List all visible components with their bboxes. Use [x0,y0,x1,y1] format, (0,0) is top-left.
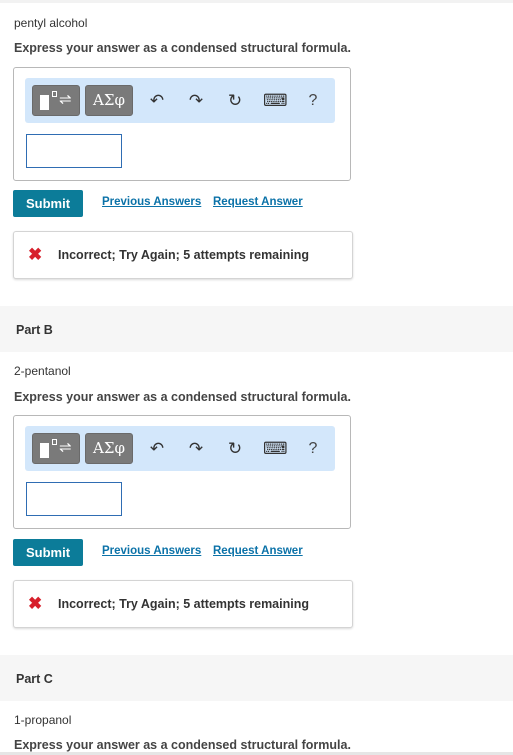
answer-input-b[interactable] [26,482,122,516]
previous-answers-link-b[interactable]: Previous Answers [102,545,201,557]
templates-icon [40,95,49,110]
templates-icon [40,443,49,458]
incorrect-icon: ✖ [28,594,43,613]
greek-symbols-button[interactable]: ΑΣφ [85,433,133,464]
question-text-a: pentyl alcohol [14,16,88,30]
submit-button-a[interactable]: Submit [13,190,83,217]
part-c-header[interactable]: Part C [0,655,513,701]
incorrect-icon: ✖ [28,245,43,264]
templates-button[interactable]: ⇌ [32,433,80,464]
answer-input-a[interactable] [26,134,122,168]
help-icon[interactable]: ? [302,90,324,112]
greek-symbols-button[interactable]: ΑΣφ [85,85,133,116]
feedback-box-b: ✖ Incorrect; Try Again; 5 attempts remai… [13,580,353,628]
redo-icon[interactable]: ↷ [185,438,207,460]
request-answer-link-a[interactable]: Request Answer [213,196,303,208]
answer-box-b: ⇌ ΑΣφ ↶ ↷ ↻ ⌨ ? [13,415,351,529]
previous-answers-link-a[interactable]: Previous Answers [102,196,201,208]
question-text-b: 2-pentanol [14,364,71,378]
instruction-a: Express your answer as a condensed struc… [14,41,351,55]
request-answer-link-b[interactable]: Request Answer [213,545,303,557]
math-toolbar-a: ⇌ ΑΣφ ↶ ↷ ↻ ⌨ ? [25,78,335,123]
feedback-box-a: ✖ Incorrect; Try Again; 5 attempts remai… [13,231,353,279]
question-text-c: 1-propanol [14,713,72,727]
submit-button-b[interactable]: Submit [13,539,83,566]
reset-icon[interactable]: ↻ [224,438,246,460]
feedback-text-b: Incorrect; Try Again; 5 attempts remaini… [58,597,309,611]
reset-icon[interactable]: ↻ [224,90,246,112]
redo-icon[interactable]: ↷ [185,90,207,112]
part-c-title: Part C [16,672,53,686]
undo-icon[interactable]: ↶ [146,438,168,460]
instruction-c: Express your answer as a condensed struc… [14,738,351,752]
feedback-text-a: Incorrect; Try Again; 5 attempts remaini… [58,248,309,262]
undo-icon[interactable]: ↶ [146,90,168,112]
keyboard-icon[interactable]: ⌨ [263,90,288,112]
part-b-header[interactable]: Part B [0,306,513,352]
top-divider [0,0,513,3]
math-toolbar-b: ⇌ ΑΣφ ↶ ↷ ↻ ⌨ ? [25,426,335,471]
part-b-title: Part B [16,323,53,337]
keyboard-icon[interactable]: ⌨ [263,438,288,460]
templates-button[interactable]: ⇌ [32,85,80,116]
answer-box-a: ⇌ ΑΣφ ↶ ↷ ↻ ⌨ ? [13,67,351,181]
instruction-b: Express your answer as a condensed struc… [14,390,351,404]
help-icon[interactable]: ? [302,438,324,460]
